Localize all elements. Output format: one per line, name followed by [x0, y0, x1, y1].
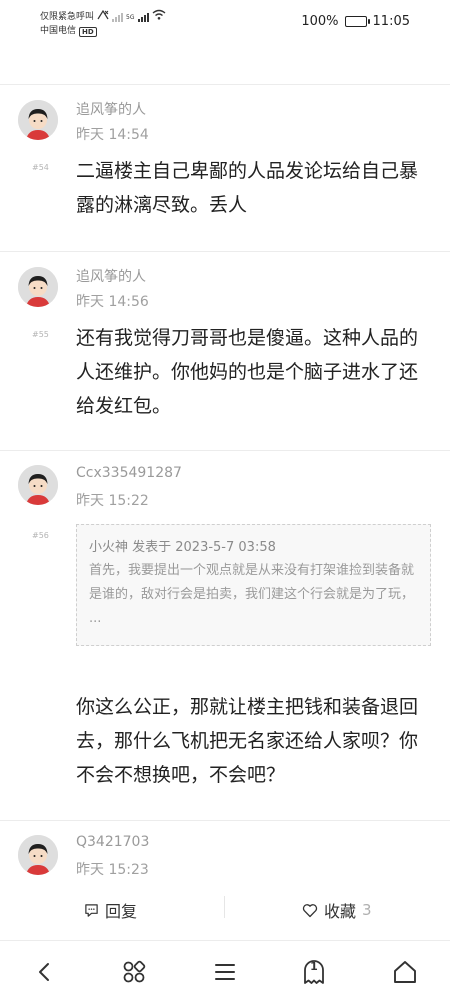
- post-time: 昨天 15:23: [76, 862, 149, 878]
- post-time: 昨天 15:22: [76, 493, 149, 509]
- post-author[interactable]: Q3421703: [76, 834, 149, 850]
- floor-number: #54: [32, 163, 49, 172]
- favorite-button[interactable]: 收藏 3: [302, 898, 372, 922]
- reply-button[interactable]: 回复: [84, 898, 137, 922]
- status-left: 仅限紧急呼叫 5G 中国电信 HD: [40, 9, 166, 38]
- default-avatar-icon: [18, 267, 58, 307]
- apps-button[interactable]: [117, 955, 151, 989]
- home-icon: [394, 961, 416, 983]
- divider: [0, 820, 450, 821]
- floor-number: #56: [32, 531, 49, 540]
- hamburger-menu-icon: [215, 964, 235, 980]
- floor-number: #55: [32, 330, 49, 339]
- post-time: 昨天 14:54: [76, 127, 149, 143]
- notifications-button[interactable]: 1: [297, 955, 331, 989]
- post-author[interactable]: Ccx335491287: [76, 465, 182, 481]
- home-button[interactable]: [388, 955, 422, 989]
- clock: 11:05: [372, 14, 410, 29]
- default-avatar-icon: [18, 835, 58, 875]
- default-avatar-icon: [18, 100, 58, 140]
- carrier-name: 中国电信: [40, 26, 77, 36]
- action-divider: [224, 896, 225, 918]
- post-time: 昨天 14:56: [76, 294, 149, 310]
- favorite-count: 3: [362, 901, 372, 919]
- grid-cloverleaf-icon: [123, 960, 146, 983]
- action-bar: 回复 收藏 3: [0, 888, 450, 930]
- avatar[interactable]: [18, 267, 58, 307]
- chevron-left-icon: [39, 963, 49, 981]
- divider: [0, 84, 450, 85]
- no-signal-icon: [97, 9, 109, 25]
- quote-header: 小火神 发表于 2023-5-7 03:58: [89, 540, 276, 555]
- avatar[interactable]: [18, 465, 58, 505]
- quoted-post[interactable]: 小火神 发表于 2023-5-7 03:58 首先，我要提出一个观点就是从来没有…: [76, 524, 431, 646]
- emergency-call-text: 仅限紧急呼叫: [40, 11, 95, 22]
- avatar[interactable]: [18, 835, 58, 875]
- divider: [0, 450, 450, 451]
- status-right: 100% 11:05: [301, 14, 410, 29]
- post-content: 二逼楼主自己卑鄙的人品发论坛给自己暴露的淋漓尽致。丢人: [76, 160, 419, 216]
- reply-label: 回复: [105, 902, 138, 921]
- wifi-icon: [152, 9, 166, 25]
- battery-percent: 100%: [301, 14, 339, 29]
- battery-icon: [344, 16, 370, 27]
- heart-icon: [302, 903, 318, 917]
- post-author[interactable]: 追风筝的人: [76, 99, 146, 119]
- menu-button[interactable]: [208, 955, 242, 989]
- comment-icon: [85, 903, 98, 917]
- signal-2-icon: [138, 12, 150, 22]
- back-button[interactable]: [28, 955, 62, 989]
- bottom-navigation: 1: [0, 940, 450, 1000]
- divider: [0, 251, 450, 252]
- status-bar: 仅限紧急呼叫 5G 中国电信 HD 100% 11:05: [0, 0, 450, 44]
- signal-1-icon: [112, 12, 124, 22]
- default-avatar-icon: [18, 465, 58, 505]
- post-content: 还有我觉得刀哥哥也是傻逼。这种人品的人还维护。你他妈的也是个脑子进水了还给发红包…: [76, 327, 419, 417]
- network-type-label: 5G: [126, 13, 135, 21]
- post-content: 你这么公正，那就让楼主把钱和装备退回去，那什么飞机把无名家还给人家呗？你不会不想…: [76, 696, 419, 786]
- post-author[interactable]: 追风筝的人: [76, 266, 146, 286]
- hd-badge: HD: [79, 26, 97, 37]
- avatar[interactable]: [18, 100, 58, 140]
- quote-body: 首先，我要提出一个观点就是从来没有打架谁捡到装备就是谁的，敌对行会是拍卖，我们建…: [89, 563, 415, 626]
- favorite-label: 收藏: [324, 902, 357, 921]
- notification-badge: 1: [310, 960, 318, 973]
